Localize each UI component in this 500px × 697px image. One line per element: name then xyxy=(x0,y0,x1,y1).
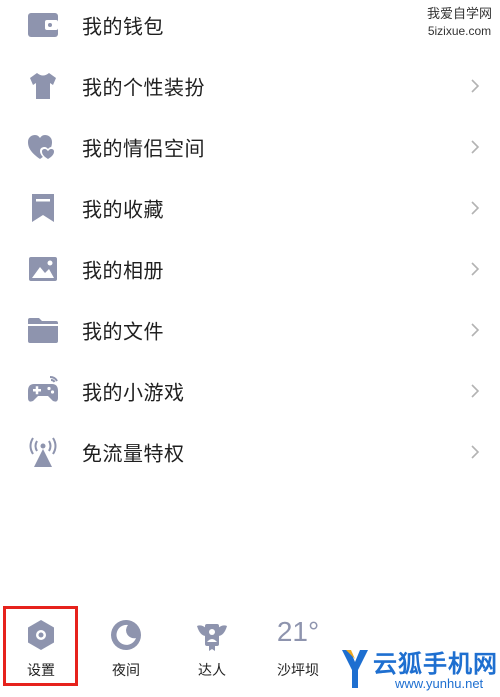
tshirt-icon xyxy=(26,69,60,103)
menu-item-label: 我的小游戏 xyxy=(82,380,185,405)
moon-icon xyxy=(109,618,143,652)
brand-url: www.yunhu.net xyxy=(395,676,484,691)
menu-item-album[interactable]: 我的相册 xyxy=(0,239,500,299)
folder-icon xyxy=(26,313,60,347)
menu-item-minigames[interactable]: 我的小游戏 xyxy=(0,361,500,421)
menu-item-label: 免流量特权 xyxy=(82,441,185,466)
brand-name: 云狐手机网 xyxy=(373,650,498,678)
highlight-box xyxy=(3,606,78,686)
winged-badge-icon xyxy=(195,618,229,652)
menu-item-label: 我的相册 xyxy=(82,258,164,283)
menu-item-free-data[interactable]: 免流量特权 xyxy=(0,422,500,482)
gamepad-icon xyxy=(26,374,60,408)
menu-item-label: 我的文件 xyxy=(82,319,164,344)
night-mode-label: 夜间 xyxy=(112,663,140,679)
watermark-line1: 我爱自学网 xyxy=(426,7,492,22)
wallet-icon xyxy=(26,8,60,42)
watermark-line2: 5izixue.com xyxy=(427,24,492,38)
chevron-right-icon xyxy=(470,445,480,459)
weather-button[interactable]: 21° 沙坪坝 xyxy=(263,612,333,682)
menu-item-label: 我的收藏 xyxy=(82,197,164,222)
menu-item-wallet[interactable]: 我的钱包 xyxy=(0,0,500,55)
chevron-right-icon xyxy=(470,201,480,215)
menu-item-label: 我的个性装扮 xyxy=(82,75,205,100)
chevron-right-icon xyxy=(470,262,480,276)
chevron-right-icon xyxy=(470,384,480,398)
weather-temperature: 21° xyxy=(276,616,320,647)
expert-button[interactable]: 达人 xyxy=(177,612,247,682)
chevron-right-icon xyxy=(470,140,480,154)
weather-city: 沙坪坝 xyxy=(277,663,319,679)
bookmark-icon xyxy=(26,191,60,225)
chevron-right-icon xyxy=(470,323,480,337)
site-watermark: 我爱自学网 5izixue.com xyxy=(427,6,492,40)
signal-tower-icon xyxy=(26,435,60,469)
expert-label: 达人 xyxy=(198,663,226,679)
chevron-right-icon xyxy=(470,79,480,93)
menu-item-dressup[interactable]: 我的个性装扮 xyxy=(0,56,500,116)
menu-item-label: 我的情侣空间 xyxy=(82,136,205,161)
menu-item-files[interactable]: 我的文件 xyxy=(0,300,500,360)
menu-item-couple-space[interactable]: 我的情侣空间 xyxy=(0,117,500,177)
couple-hearts-icon xyxy=(26,130,60,164)
brand-logo-icon xyxy=(340,648,370,690)
night-mode-button[interactable]: 夜间 xyxy=(91,612,161,682)
brand-watermark: 云狐手机网 www.yunhu.net xyxy=(335,640,500,697)
photo-album-icon xyxy=(26,252,60,286)
menu-list: 我的钱包 我的个性装扮 我的情侣空间 我的收藏 我的相册 我的文件 我的小游戏 … xyxy=(0,0,500,500)
menu-item-label: 我的钱包 xyxy=(82,14,164,39)
menu-item-favorites[interactable]: 我的收藏 xyxy=(0,178,500,238)
